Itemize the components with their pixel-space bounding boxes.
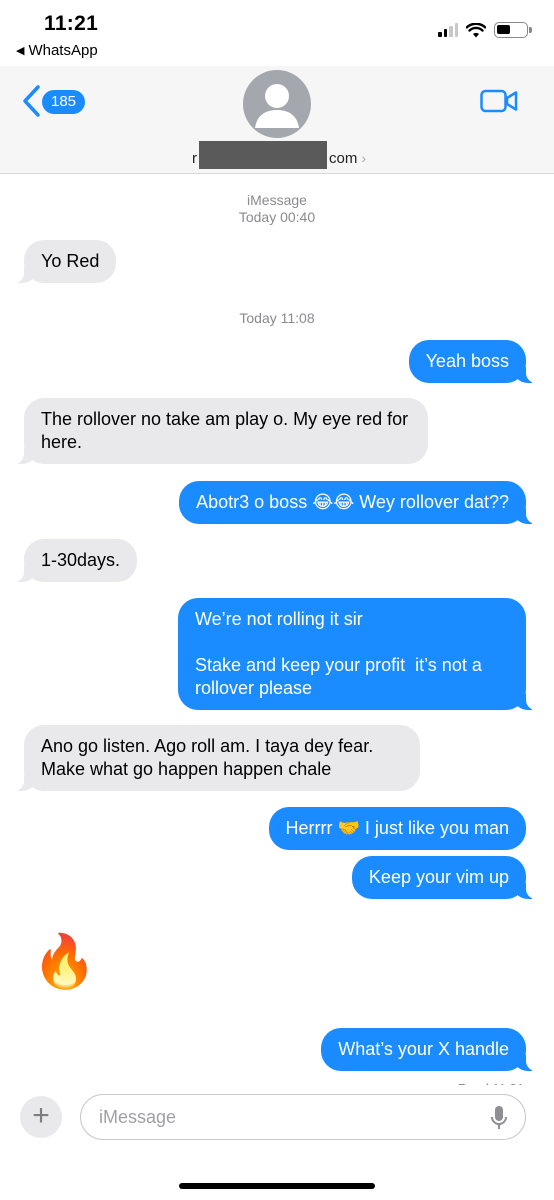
message-text: Abotr3 o boss 😂😂 Wey rollover dat?? xyxy=(196,492,509,512)
message-outgoing[interactable]: Abotr3 o boss 😂😂 Wey rollover dat?? xyxy=(179,481,536,524)
message-input[interactable] xyxy=(80,1094,526,1140)
microphone-icon[interactable] xyxy=(489,1105,509,1131)
timestamp: Today 11:08 xyxy=(239,310,315,326)
message-outgoing[interactable]: Keep your vim up xyxy=(351,856,537,899)
cellular-signal-icon xyxy=(438,23,458,37)
wifi-icon xyxy=(466,22,486,37)
message-outgoing[interactable]: Yeah boss xyxy=(408,340,537,383)
message-text: Keep your vim up xyxy=(368,867,509,887)
unread-count-badge[interactable]: 185 xyxy=(42,90,86,114)
contact-avatar[interactable] xyxy=(243,70,311,138)
message-incoming[interactable]: Yo Red xyxy=(13,240,117,283)
status-icons xyxy=(438,22,532,38)
redacted-block xyxy=(199,141,327,169)
message-text: 1-30days. xyxy=(41,550,121,570)
message-outgoing[interactable]: We’re not rolling it sir Stake and keep … xyxy=(178,598,536,710)
back-chevron-icon[interactable] xyxy=(20,84,42,118)
fire-emoji-message[interactable]: 🔥 xyxy=(32,930,97,994)
message-text: The rollover no take am play o. My eye r… xyxy=(41,409,414,452)
message-text: Ano go listen. Ago roll am. I taya dey f… xyxy=(41,736,379,779)
message-outgoing[interactable]: What’s your X handle xyxy=(321,1028,536,1071)
video-call-icon[interactable] xyxy=(480,88,518,114)
timestamp: Today 00:40 xyxy=(238,209,316,225)
message-text: What’s your X handle xyxy=(338,1039,509,1059)
contact-suffix: com xyxy=(329,149,358,167)
status-time: 11:21 xyxy=(44,12,99,35)
back-triangle-icon: ◀ xyxy=(16,45,25,57)
contact-name[interactable]: r com › xyxy=(192,141,367,172)
plus-icon[interactable]: + xyxy=(20,1096,62,1138)
message-text: Herrrr 🤝 I just like you man xyxy=(285,818,509,838)
message-outgoing[interactable]: Herrrr 🤝 I just like you man xyxy=(268,807,526,850)
person-icon xyxy=(255,84,299,128)
message-text: Yo Red xyxy=(41,251,100,271)
service-label: iMessage xyxy=(247,192,307,208)
battery-icon xyxy=(494,22,532,38)
back-app-label: WhatsApp xyxy=(28,42,98,59)
message-incoming[interactable]: The rollover no take am play o. My eye r… xyxy=(14,398,428,464)
home-indicator xyxy=(179,1183,375,1189)
contact-prefix: r xyxy=(192,149,197,167)
message-incoming[interactable]: 1-30days. xyxy=(13,539,138,582)
chevron-right-icon: › xyxy=(361,150,367,166)
message-text: We’re not rolling it sir Stake and keep … xyxy=(195,609,482,698)
message-text: Yeah boss xyxy=(425,351,509,371)
back-to-app-link[interactable]: ◀ WhatsApp xyxy=(16,42,98,59)
message-incoming[interactable]: Ano go listen. Ago roll am. I taya dey f… xyxy=(14,725,420,791)
